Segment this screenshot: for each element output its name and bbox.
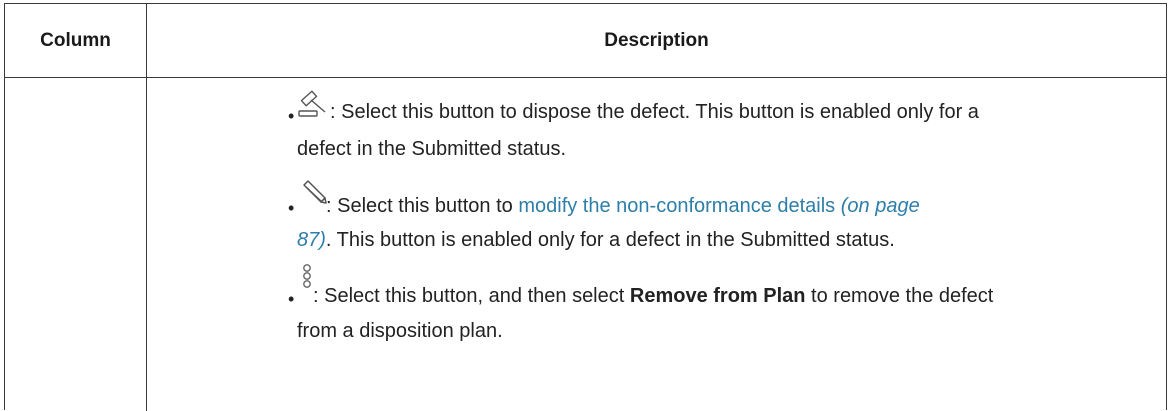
- item-2-line-1: : Select this button to modify the non-c…: [326, 190, 920, 223]
- column-divider: [146, 4, 147, 411]
- remove-from-plan-label: Remove from Plan: [629, 285, 806, 307]
- item-2-line-2: 87). This button is enabled only for a d…: [297, 224, 895, 257]
- item-2-suffix: . This button is enabled only for a defe…: [325, 229, 895, 251]
- bullet: •: [288, 289, 295, 309]
- header-description: Description: [604, 29, 709, 51]
- pencil-icon[interactable]: [297, 179, 327, 209]
- item-3-text: : Select this button, and then select: [313, 285, 630, 307]
- item-3-line-1: : Select this button, and then select Re…: [313, 280, 993, 313]
- page-reference[interactable]: (on page: [841, 195, 920, 217]
- header-column: Column: [40, 29, 111, 51]
- item-1-line-1: : Select this button to dispose the defe…: [330, 101, 979, 123]
- bullet: •: [288, 198, 295, 218]
- description-table: Column Description • : Select this butto…: [4, 3, 1167, 411]
- page-number-link[interactable]: 87): [297, 229, 326, 251]
- table-header-row: Column Description: [5, 4, 1166, 78]
- item-1-line-2: defect in the Submitted status.: [297, 138, 567, 160]
- item-2-text: : Select this button to: [326, 195, 519, 217]
- gavel-icon[interactable]: [296, 86, 328, 118]
- item-3-suffix: to remove the defect: [805, 285, 994, 307]
- item-3-line-2: from a disposition plan.: [297, 320, 503, 342]
- modify-nonconformance-link[interactable]: modify the non-conformance details: [518, 195, 835, 217]
- bullet: •: [288, 106, 295, 126]
